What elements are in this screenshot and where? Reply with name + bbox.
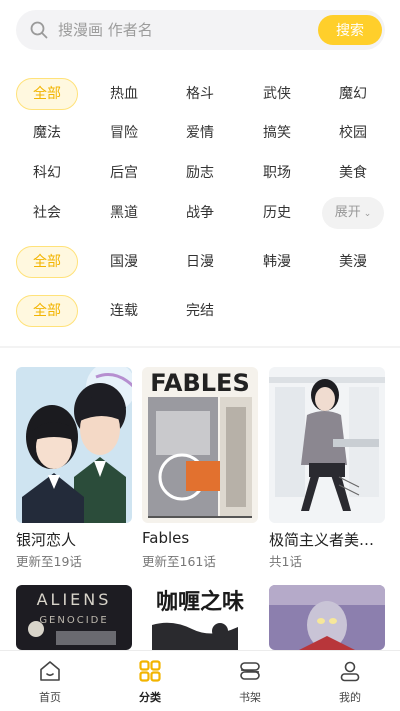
cover-title-text: FABLES <box>150 369 249 397</box>
genre-all-chip[interactable]: 全部 <box>16 78 78 110</box>
bookshelf-icon <box>238 659 262 683</box>
cover-subtitle-text: GENOCIDE <box>39 615 108 626</box>
nav-label-home: 首页 <box>39 691 61 704</box>
category-grid-icon <box>138 659 162 683</box>
genre-chip[interactable]: 励志 <box>169 157 231 189</box>
comic-update-status: 更新至19话 <box>16 554 82 569</box>
section-divider <box>0 346 400 348</box>
region-chip[interactable]: 国漫 <box>93 246 155 278</box>
genre-chip[interactable]: 历史 <box>246 197 308 229</box>
comic-cover-image[interactable]: FABLES <box>142 367 258 523</box>
genre-filter-row-2: 魔法 冒险 爱情 搞笑 校园 <box>0 117 400 149</box>
comic-cover-image[interactable]: 咖喱之味 <box>142 585 258 650</box>
search-button[interactable]: 搜索 <box>318 15 382 45</box>
comic-cover-image[interactable]: ALIENS GENOCIDE <box>16 585 132 650</box>
nav-item-category[interactable]: 分类 <box>100 651 200 711</box>
genre-chip[interactable]: 格斗 <box>169 78 231 110</box>
expand-label: 展开 <box>334 205 361 220</box>
genre-chip[interactable]: 社会 <box>16 197 78 229</box>
status-all-chip[interactable]: 全部 <box>16 295 78 327</box>
nav-label-category: 分类 <box>139 691 161 704</box>
bottom-nav: 首页 分类 书架 我的 <box>0 650 400 711</box>
genre-chip[interactable]: 职场 <box>246 157 308 189</box>
genre-chip[interactable]: 后宫 <box>93 157 155 189</box>
region-chip[interactable]: 韩漫 <box>246 246 308 278</box>
user-icon <box>338 659 362 683</box>
genre-chip[interactable]: 战争 <box>169 197 231 229</box>
genre-chip[interactable]: 搞笑 <box>246 117 308 149</box>
genre-chip[interactable]: 黑道 <box>93 197 155 229</box>
cover-title-text: ALIENS <box>37 590 112 609</box>
comic-title: Fables <box>142 529 190 547</box>
genre-filter-row-4: 社会 黑道 战争 历史 展开 ⌄ <box>0 197 400 229</box>
comic-update-status: 更新至161话 <box>142 554 216 569</box>
nav-label-bookshelf: 书架 <box>239 691 261 704</box>
region-chip[interactable]: 美漫 <box>322 246 384 278</box>
comic-cover-image[interactable] <box>269 367 385 523</box>
nav-item-profile[interactable]: 我的 <box>300 651 400 711</box>
chevron-down-icon: ⌄ <box>363 209 372 219</box>
genre-chip[interactable]: 魔幻 <box>322 78 384 110</box>
genre-chip[interactable]: 武侠 <box>246 78 308 110</box>
nav-label-profile: 我的 <box>339 691 361 704</box>
comic-update-status: 共1话 <box>269 554 302 569</box>
search-bar: 搜索 <box>16 10 385 50</box>
genre-chip[interactable]: 爱情 <box>169 117 231 149</box>
genre-chip[interactable]: 科幻 <box>16 157 78 189</box>
search-icon <box>30 21 48 39</box>
genre-chip[interactable]: 校园 <box>322 117 384 149</box>
status-chip[interactable]: 连载 <box>93 295 155 327</box>
home-icon <box>38 659 62 683</box>
expand-genres-button[interactable]: 展开 ⌄ <box>322 197 384 229</box>
genre-filter-row-1: 全部 热血 格斗 武侠 魔幻 <box>0 78 400 110</box>
comic-title: 极简主义者美少女的小… <box>269 531 385 549</box>
comic-cover-image[interactable] <box>269 585 385 650</box>
search-input[interactable] <box>58 18 308 42</box>
comic-title: 银河恋人 <box>16 531 77 549</box>
genre-filter-row-3: 科幻 后宫 励志 职场 美食 <box>0 157 400 189</box>
genre-chip[interactable]: 魔法 <box>16 117 78 149</box>
status-chip[interactable]: 完结 <box>169 295 231 327</box>
region-filter-row: 全部 国漫 日漫 韩漫 美漫 <box>0 246 400 278</box>
region-all-chip[interactable]: 全部 <box>16 246 78 278</box>
genre-chip[interactable]: 冒险 <box>93 117 155 149</box>
region-chip[interactable]: 日漫 <box>169 246 231 278</box>
genre-chip[interactable]: 热血 <box>93 78 155 110</box>
genre-chip[interactable]: 美食 <box>322 157 384 189</box>
nav-item-bookshelf[interactable]: 书架 <box>200 651 300 711</box>
comic-cover-image[interactable] <box>16 367 132 523</box>
status-filter-row: 全部 连载 完结 <box>0 295 400 327</box>
nav-item-home[interactable]: 首页 <box>0 651 100 711</box>
cover-title-text: 咖喱之味 <box>156 589 244 615</box>
